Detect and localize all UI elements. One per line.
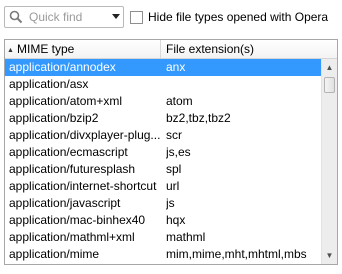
scroll-down-icon[interactable]: ▼ [322,247,337,264]
file-extension-cell: js,es [166,145,191,159]
search-icon [5,7,27,27]
table-row[interactable]: application/mathml+xml mathml [5,229,321,246]
file-extension-cell: spl [166,162,182,176]
mime-type-cell: application/ecmascript [9,145,128,159]
mime-type-cell: application/divxplayer-plug... [9,128,161,142]
table-row[interactable]: application/ecmascript js,es [5,144,321,161]
scrollbar-thumb[interactable] [324,77,335,93]
table-row[interactable]: application/mime mim,mime,mht,mhtml,mbs [5,246,321,263]
file-extension-cell: bz2,tbz,tbz2 [166,111,231,125]
chevron-down-icon[interactable] [109,7,123,27]
table-row[interactable]: application/asx [5,76,321,93]
mime-type-cell: application/mime [9,247,100,261]
mime-type-cell: application/mathml+xml [9,230,135,244]
table-row[interactable]: application/internet-shortcut url [5,178,321,195]
column-header-label: File extension(s) [166,42,255,56]
hide-opera-types-checkbox[interactable] [130,10,143,24]
vertical-scrollbar[interactable]: ▲ ▼ [321,59,337,264]
quick-find-input[interactable]: Quick find [29,10,109,24]
toolbar: Quick find Hide file types opened with O… [0,0,342,36]
mime-type-cell: application/javascript [9,196,121,210]
column-header-mime-type[interactable]: ▲ MIME type [5,40,161,58]
file-extension-cell: atom [166,94,193,108]
file-extension-cell: mim,mime,mht,mhtml,mbs [166,247,307,261]
column-header-label: MIME type [17,42,75,56]
table-body: application/annodex anx application/asx app… [5,59,321,264]
table-row[interactable]: application/bzip2 bz2,tbz,tbz2 [5,110,321,127]
hide-opera-types-label[interactable]: Hide file types opened with Opera [148,10,328,24]
mime-type-cell: application/atom+xml [9,94,123,108]
table-row[interactable]: application/annodex anx [5,59,321,76]
table-row[interactable]: application/javascript js [5,195,321,212]
file-extension-cell: hqx [166,213,186,227]
file-extension-cell: scr [166,128,182,142]
sort-ascending-icon: ▲ [7,47,14,54]
table-row[interactable]: application/atom+xml atom [5,93,321,110]
scroll-up-icon[interactable]: ▲ [322,59,337,76]
column-header-file-extensions[interactable]: File extension(s) [162,40,254,58]
mime-type-cell: application/asx [9,77,89,91]
file-extension-cell: anx [166,60,186,74]
quick-find-field[interactable]: Quick find [4,6,124,28]
file-extension-cell: url [166,179,180,193]
mime-type-cell: application/bzip2 [9,111,99,125]
table-row[interactable]: application/futuresplash spl [5,161,321,178]
table-row[interactable]: application/divxplayer-plug... scr [5,127,321,144]
file-extension-cell: js [166,196,175,210]
mime-type-cell: application/internet-shortcut [9,179,157,193]
file-types-table: ▲ MIME type File extension(s) application… [4,39,338,265]
table-header: ▲ MIME type File extension(s) [5,40,337,59]
file-extension-cell: mathml [166,230,206,244]
mime-type-cell: application/mac-binhex40 [9,213,146,227]
table-row[interactable]: application/mac-binhex40 hqx [5,212,321,229]
mime-type-cell: application/futuresplash [9,162,136,176]
mime-type-cell: application/annodex [9,60,116,74]
hide-opera-types-option[interactable]: Hide file types opened with Opera [130,9,328,25]
